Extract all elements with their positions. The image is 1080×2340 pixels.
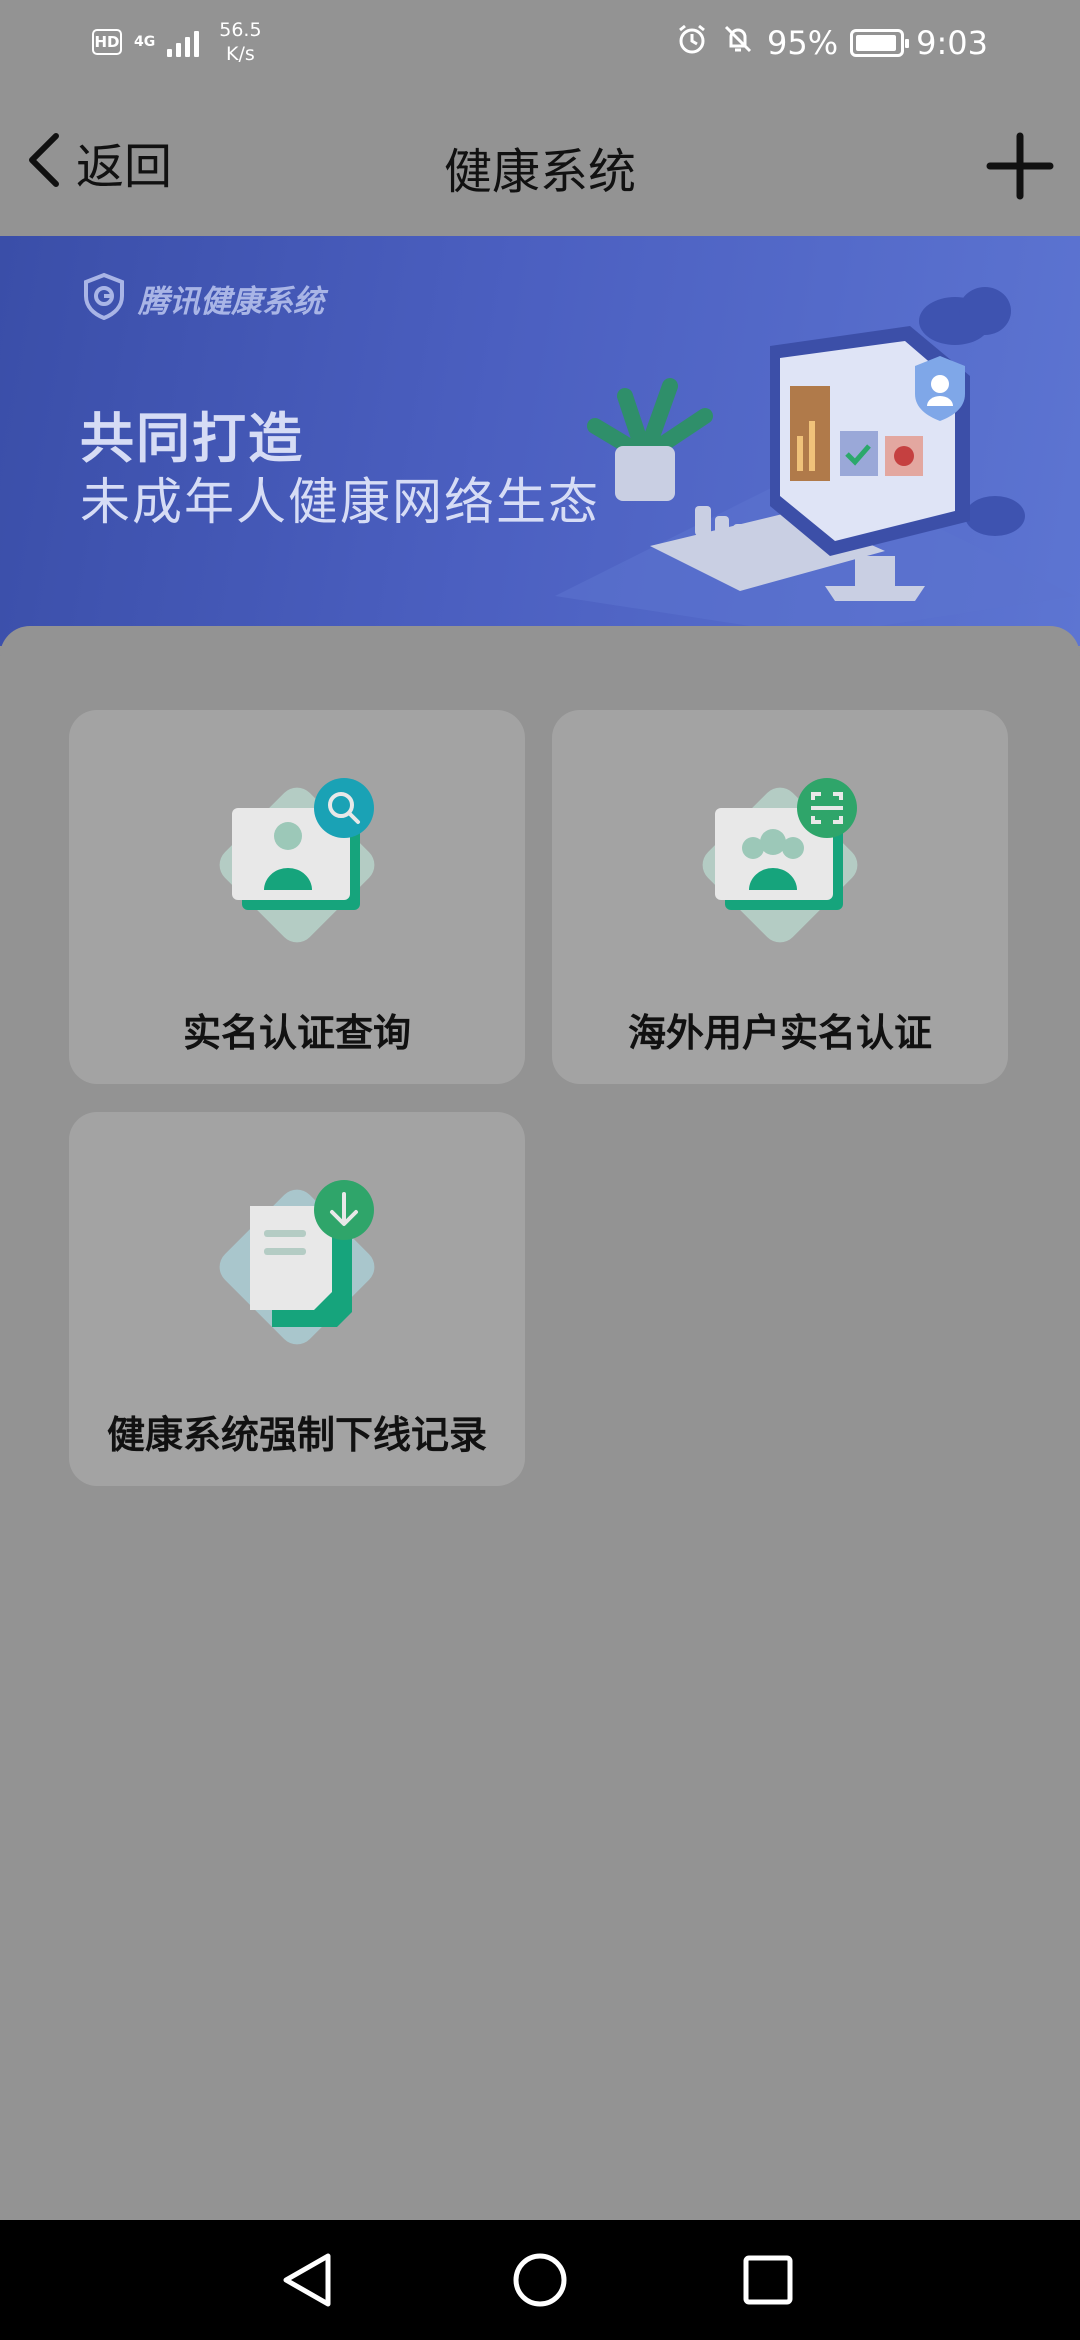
id-search-icon: [219, 778, 375, 943]
network-type: 4G: [134, 34, 156, 50]
plus-icon: [986, 132, 1054, 200]
speed-unit: K/s: [226, 43, 255, 65]
battery-icon: [850, 29, 910, 57]
circle-home-icon: [513, 2253, 567, 2307]
square-recents-icon: [743, 2255, 793, 2305]
document-download-icon: [219, 1180, 375, 1345]
status-bar: HD 4G 56.5 K/s 95% 9:03: [0, 0, 1080, 84]
nav-home-button[interactable]: [504, 2244, 576, 2316]
triangle-back-icon: [283, 2253, 331, 2307]
computer-illustration: [555, 287, 1075, 636]
card-overseas-verification[interactable]: 海外用户实名认证: [552, 710, 1008, 1084]
content-panel: 实名认证查询 海外用户实名认证 健康系统强制下线记录: [0, 626, 1080, 2220]
battery-percent: 95%: [767, 24, 839, 62]
brand-name: 腾讯健康系统: [138, 283, 324, 320]
overseas-id-scan-icon: [702, 778, 858, 943]
clock: 9:03: [916, 24, 988, 62]
nav-back-button[interactable]: [272, 2244, 344, 2316]
page-title: 健康系统: [443, 144, 636, 200]
banner-subline: 未成年人健康网络生态: [80, 473, 600, 531]
add-button[interactable]: [982, 128, 1058, 204]
nav-recents-button[interactable]: [732, 2244, 804, 2316]
brand: 腾讯健康系统: [82, 272, 324, 324]
shield-logo-icon: [82, 272, 126, 324]
speed-value: 56.5: [219, 19, 262, 41]
card-real-name-query[interactable]: 实名认证查询: [69, 710, 525, 1084]
network-speed: 56.5 K/s: [219, 18, 261, 66]
alarm-icon: [675, 22, 709, 64]
nav-header: 返回 健康系统: [0, 84, 1080, 236]
status-right: 95% 9:03: [675, 22, 988, 64]
signal-icon: [167, 27, 200, 57]
system-nav-bar: [0, 2220, 1080, 2340]
status-left: HD 4G 56.5 K/s: [92, 18, 262, 66]
mute-bell-icon: [721, 22, 755, 64]
card-label: 实名认证查询: [182, 1011, 411, 1055]
promo-banner: 腾讯健康系统 共同打造 未成年人健康网络生态: [0, 236, 1080, 646]
card-label: 健康系统强制下线记录: [106, 1413, 487, 1457]
hd-badge: HD: [92, 29, 122, 55]
card-label: 海外用户实名认证: [627, 1011, 932, 1055]
card-forced-logout-records[interactable]: 健康系统强制下线记录: [69, 1112, 525, 1486]
